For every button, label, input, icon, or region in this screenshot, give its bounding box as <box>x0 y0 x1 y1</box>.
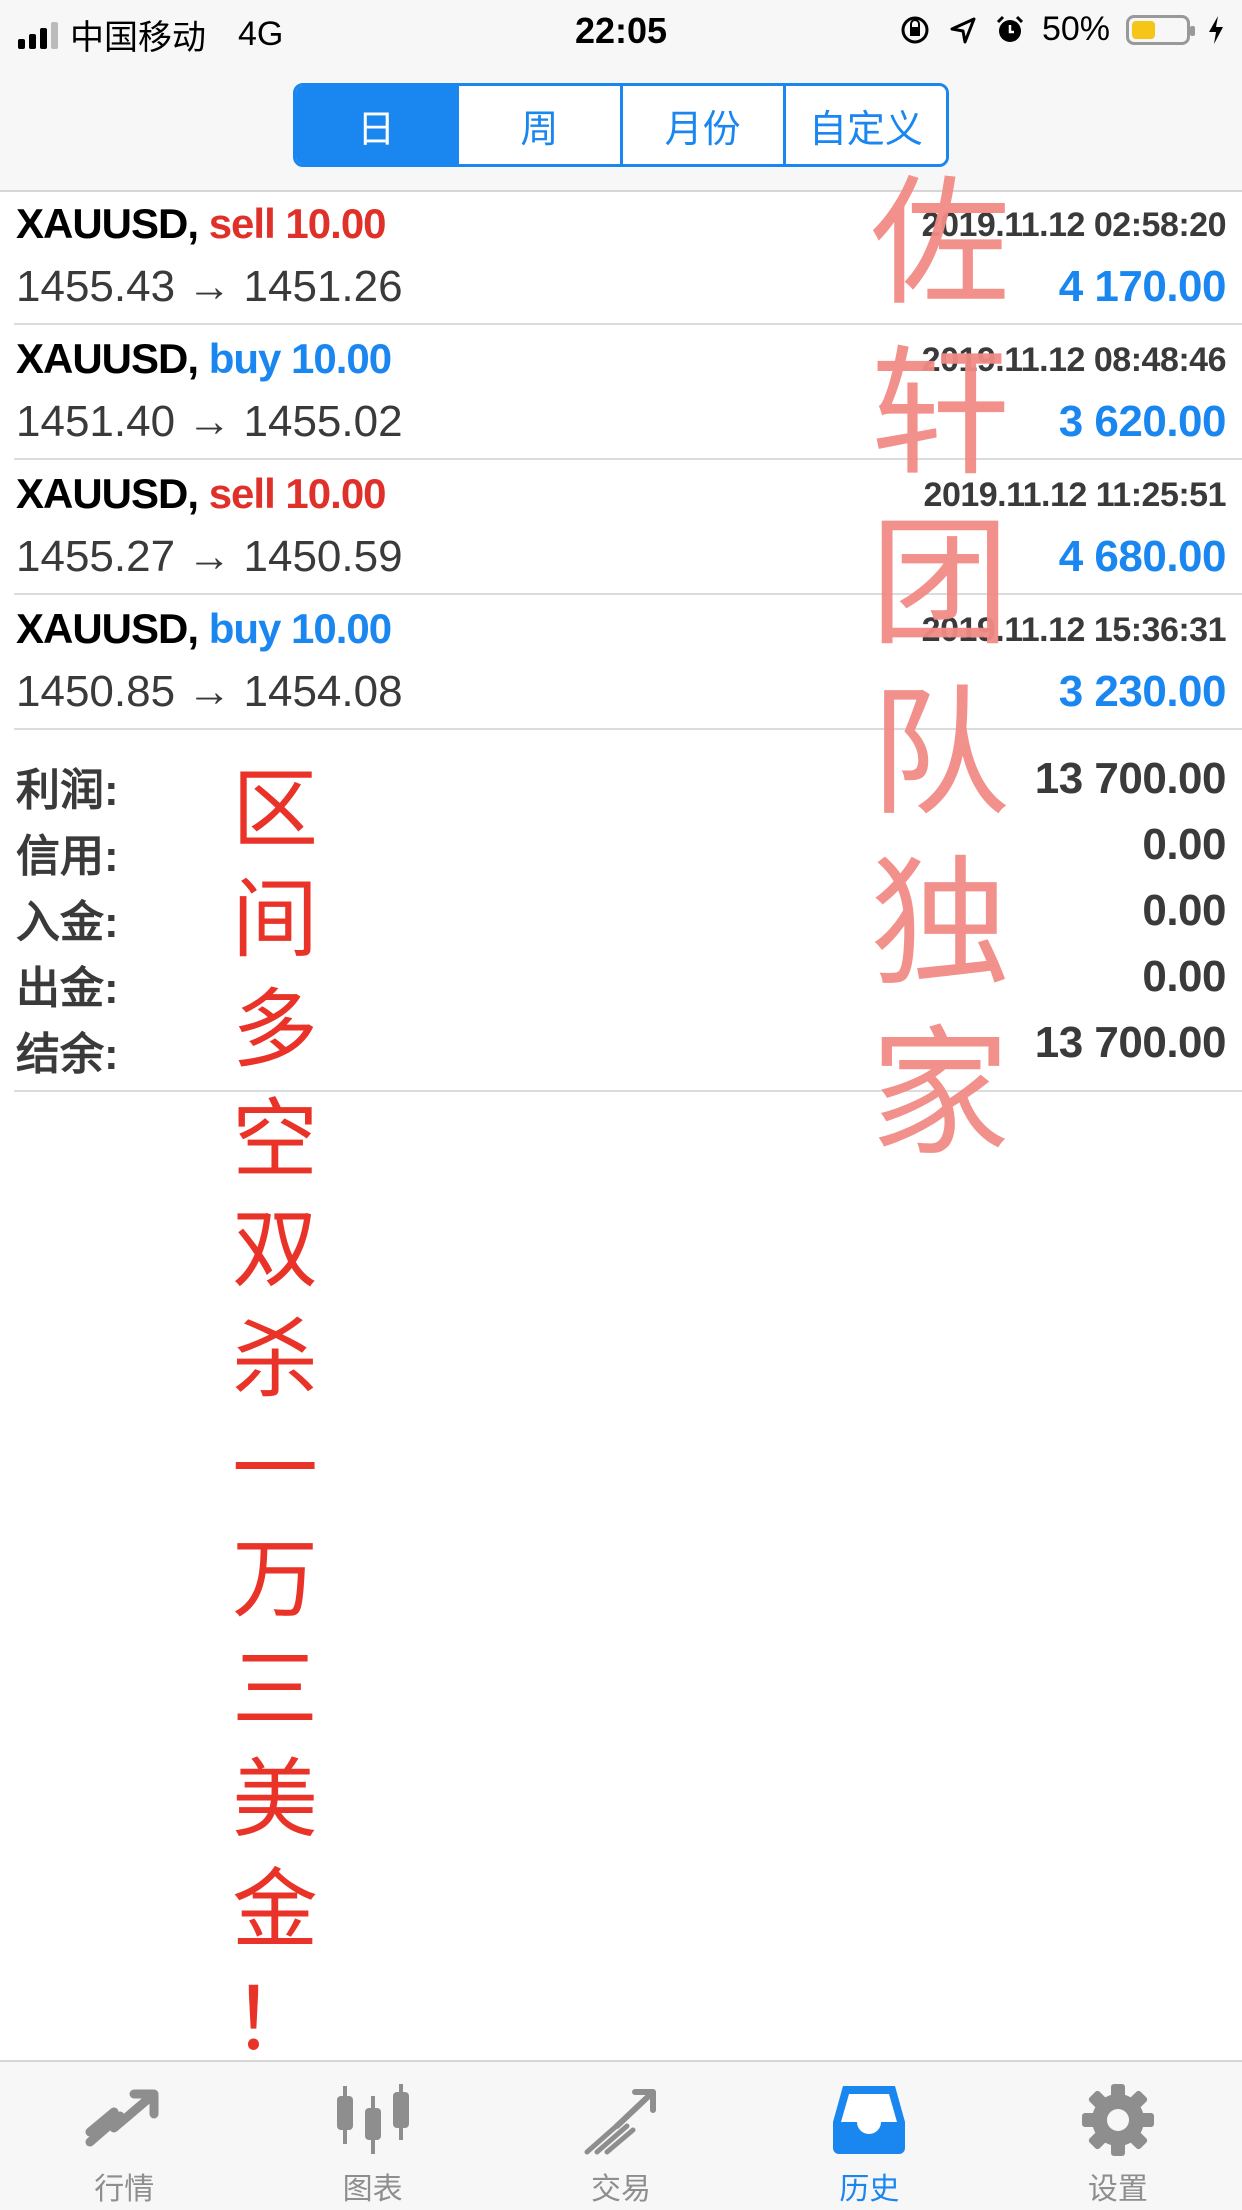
deal-prices: 1451.40 → 1455.02 <box>16 397 403 446</box>
deal-row[interactable]: XAUUSD, sell 10.00 2019.11.12 02:58:20 1… <box>14 192 1242 325</box>
hand-char: 间 <box>232 870 318 970</box>
trade-icon <box>584 2089 657 2155</box>
hand-char: 万 <box>232 1530 318 1630</box>
alarm-icon <box>996 15 1023 42</box>
tab-custom[interactable]: 自定义 <box>782 86 946 164</box>
tab-label: 行情 <box>94 2173 155 2206</box>
deal-direction: buy 10.00 <box>208 605 392 652</box>
deal-symbol: XAUUSD, <box>16 335 199 382</box>
tab-label: 交易 <box>591 2173 652 2206</box>
hand-char: 队 <box>869 673 1010 836</box>
deal-symbol: XAUUSD, <box>16 470 199 517</box>
hand-char: 美 <box>232 1750 318 1850</box>
hand-char: ！ <box>232 1970 318 2070</box>
tab-bar: 行情 图表 交易 历史 设置 <box>0 2060 1242 2210</box>
tab-settings[interactable]: 设置 <box>994 2062 1242 2210</box>
hand-char: 独 <box>869 843 1010 1006</box>
hand-char: 家 <box>869 1013 1010 1176</box>
deal-direction: buy 10.00 <box>208 335 392 382</box>
period-header: 日 周 月份 自定义 <box>0 62 1242 192</box>
deal-symbol-line: XAUUSD, sell 10.00 <box>16 470 387 518</box>
hand-char: 杀 <box>232 1310 318 1410</box>
settings-icon <box>1081 2084 1154 2156</box>
history-icon <box>833 2086 906 2154</box>
tab-history[interactable]: 历史 <box>745 2062 993 2210</box>
deal-profit: 4 170.00 <box>1058 262 1227 311</box>
chart-icon <box>336 2084 409 2154</box>
summary-value: 13 700.00 <box>1034 1018 1227 1067</box>
hand-char: 佐 <box>869 163 1010 326</box>
deal-row[interactable]: XAUUSD, sell 10.00 2019.11.12 11:25:51 1… <box>14 462 1242 595</box>
hand-char: 团 <box>869 503 1010 666</box>
deal-prices: 1450.85 → 1454.08 <box>16 667 403 716</box>
hand-char: 轩 <box>869 333 1010 496</box>
status-right: 50% <box>898 10 1226 49</box>
summary-label: 入金: <box>16 898 119 947</box>
tab-quotes[interactable]: 行情 <box>0 2062 248 2210</box>
deal-row[interactable]: XAUUSD, buy 10.00 2019.11.12 15:36:31 14… <box>14 597 1242 730</box>
deal-symbol-line: XAUUSD, buy 10.00 <box>16 335 392 383</box>
battery-level <box>1132 20 1155 39</box>
tab-month[interactable]: 月份 <box>619 86 783 164</box>
deal-profit: 3 620.00 <box>1058 397 1227 446</box>
hand-char: 区 <box>232 760 318 860</box>
handwritten-watermark-team: 佐 轩 团 队 独 家 <box>860 160 1020 1180</box>
location-icon <box>950 17 976 43</box>
hand-char: 三 <box>232 1640 318 1740</box>
summary-row-deposit: 入金: 0.00 <box>14 886 1228 952</box>
deal-direction: sell 10.00 <box>208 470 387 517</box>
summary-label: 利润: <box>16 766 119 815</box>
tab-day[interactable]: 日 <box>296 86 457 164</box>
handwritten-annotation: 区 间 多 空 双 杀 一 万 三 美 金 ！ <box>225 755 325 2075</box>
summary-label: 出金: <box>16 964 119 1013</box>
summary-value: 0.00 <box>1142 820 1226 869</box>
battery-percent: 50% <box>1041 10 1110 48</box>
tab-trade[interactable]: 交易 <box>497 2062 745 2210</box>
hand-char: 金 <box>232 1860 318 1960</box>
deal-prices: 1455.43 → 1451.26 <box>16 262 403 311</box>
summary-row-balance: 结余: 13 700.00 <box>14 1018 1228 1084</box>
deal-prices: 1455.27 → 1450.59 <box>16 532 403 581</box>
summary-row-credit: 信用: 0.00 <box>14 820 1228 886</box>
deal-direction: sell 10.00 <box>208 200 387 247</box>
deal-symbol: XAUUSD, <box>16 605 199 652</box>
summary-row-withdrawal: 出金: 0.00 <box>14 952 1228 1018</box>
deal-symbol: XAUUSD, <box>16 200 199 247</box>
summary-label: 信用: <box>16 832 119 881</box>
battery-icon <box>1126 14 1195 45</box>
tab-label: 图表 <box>342 2173 403 2206</box>
deal-symbol-line: XAUUSD, buy 10.00 <box>16 605 392 653</box>
deal-profit: 4 680.00 <box>1058 532 1227 581</box>
hand-char: 一 <box>232 1420 318 1520</box>
period-segmented-control: 日 周 月份 自定义 <box>293 83 949 167</box>
quotes-icon <box>85 2089 159 2147</box>
hand-char: 多 <box>232 980 318 1080</box>
deal-row[interactable]: XAUUSD, buy 10.00 2019.11.12 08:48:46 14… <box>14 327 1242 460</box>
tab-label: 设置 <box>1087 2173 1148 2206</box>
tab-week[interactable]: 周 <box>456 86 620 164</box>
tab-chart[interactable]: 图表 <box>248 2062 496 2210</box>
charging-icon <box>1209 15 1223 44</box>
summary-label: 结余: <box>16 1030 119 1079</box>
summary-value: 0.00 <box>1142 952 1226 1001</box>
orientation-lock-icon <box>901 16 929 43</box>
summary-value: 13 700.00 <box>1034 754 1227 803</box>
status-bar: 中国移动 4G 22:05 50% <box>0 0 1242 62</box>
account-summary: 利润: 13 700.00 信用: 0.00 入金: 0.00 出金: 0.00… <box>14 732 1242 1092</box>
tab-label: 历史 <box>839 2173 900 2206</box>
deal-symbol-line: XAUUSD, sell 10.00 <box>16 200 387 248</box>
hand-char: 空 <box>232 1090 318 1190</box>
deal-profit: 3 230.00 <box>1058 667 1227 716</box>
summary-value: 0.00 <box>1142 886 1226 935</box>
hand-char: 双 <box>232 1200 318 1300</box>
summary-row-profit: 利润: 13 700.00 <box>14 754 1228 820</box>
